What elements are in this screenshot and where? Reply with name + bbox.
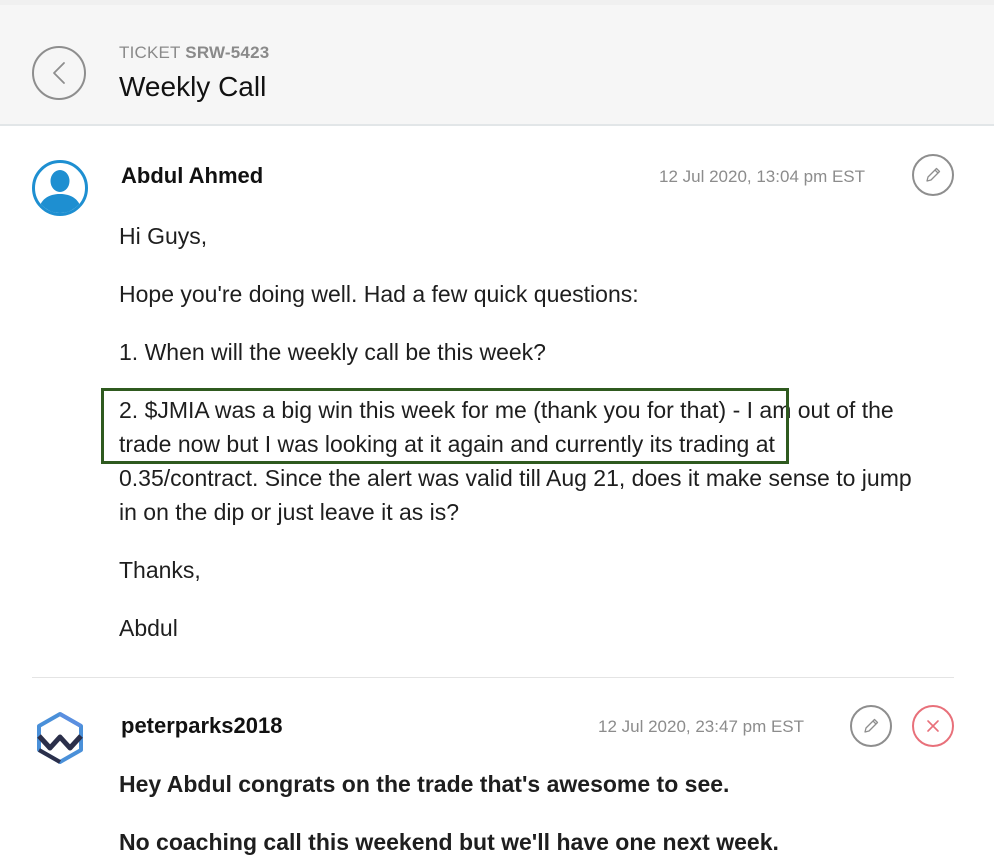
company-logo-icon xyxy=(37,712,83,764)
delete-button[interactable] xyxy=(912,705,954,747)
message-paragraph: Abdul xyxy=(119,615,178,641)
chevron-left-icon xyxy=(53,62,65,84)
message-timestamp: 12 Jul 2020, 13:04 pm EST xyxy=(659,167,866,186)
message-author: Abdul Ahmed xyxy=(121,163,264,188)
message-paragraph: Thanks, xyxy=(119,557,201,583)
message-divider xyxy=(32,677,954,678)
message-paragraph: 1. When will the weekly call be this wee… xyxy=(119,339,546,365)
message-body: Hi Guys, Hope you're doing well. Had a f… xyxy=(119,219,919,645)
user-avatar-icon xyxy=(32,160,88,216)
message-paragraph: Hope you're doing well. Had a few quick … xyxy=(119,281,639,307)
message-body: Hey Abdul congrats on the trade that's a… xyxy=(119,767,919,859)
pencil-icon xyxy=(864,718,879,733)
edit-button[interactable] xyxy=(850,705,892,747)
back-button[interactable] xyxy=(32,46,86,100)
message-timestamp: 12 Jul 2020, 23:47 pm EST xyxy=(598,717,805,736)
message-paragraph: No coaching call this weekend but we'll … xyxy=(119,829,779,855)
pencil-icon xyxy=(926,167,941,182)
ticket-header: TICKET SRW-5423 Weekly Call xyxy=(0,0,994,126)
message-paragraph: Hi Guys, xyxy=(119,223,208,249)
ticket-id: SRW-5423 xyxy=(185,43,270,62)
message-paragraph: Hey Abdul congrats on the trade that's a… xyxy=(119,771,730,797)
edit-button[interactable] xyxy=(912,154,954,196)
ticket-prefix: TICKET xyxy=(119,43,181,62)
ticket-label: TICKET SRW-5423 xyxy=(119,43,269,63)
close-icon xyxy=(927,720,939,732)
message-author: peterparks2018 xyxy=(121,713,283,738)
page-title: Weekly Call xyxy=(119,71,267,102)
message-paragraph: 2. $JMIA was a big win this week for me … xyxy=(119,397,912,525)
ticket-page: TICKET SRW-5423 Weekly Call Abdul Ahmed … xyxy=(0,0,994,868)
